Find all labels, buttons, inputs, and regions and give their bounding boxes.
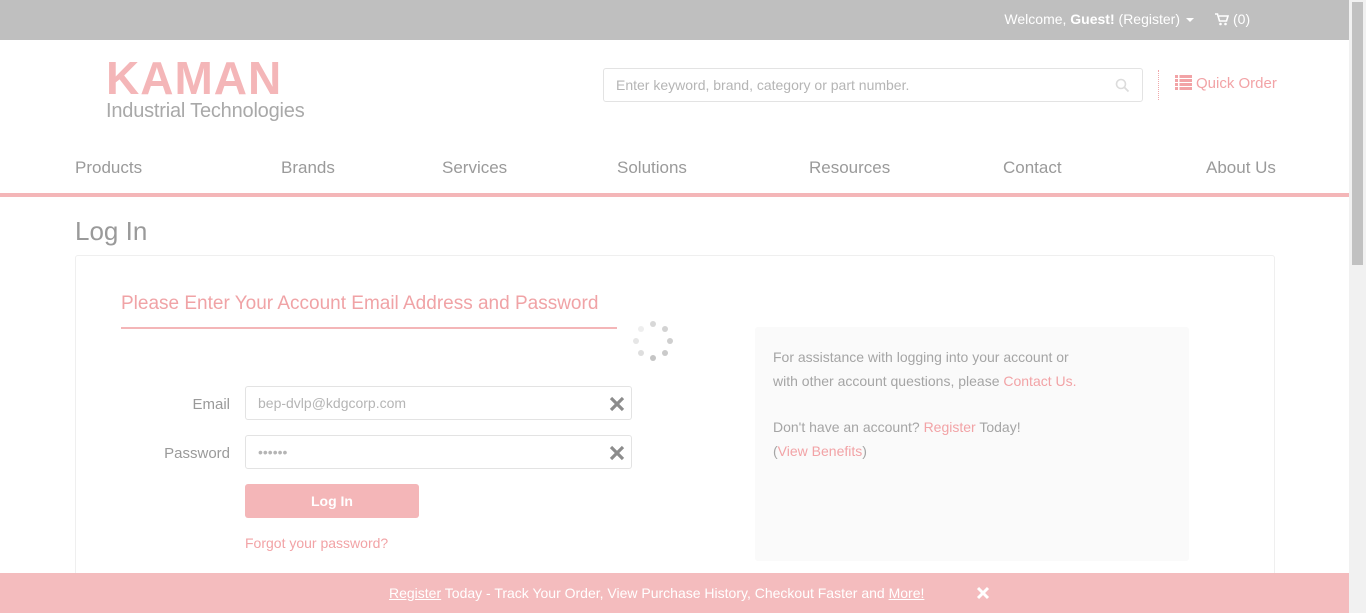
- today-text: Today!: [975, 419, 1021, 435]
- forgot-password-link[interactable]: Forgot your password?: [245, 535, 388, 551]
- assistance-line-2: with other account questions, please: [773, 373, 1004, 389]
- register-text: Don't have an account? Register Today! (…: [773, 415, 1171, 463]
- list-icon: [1175, 75, 1192, 90]
- nav-item-about-us[interactable]: About Us: [1206, 158, 1276, 178]
- login-heading: Please Enter Your Account Email Address …: [121, 293, 599, 314]
- page-scrollbar[interactable]: [1349, 0, 1366, 613]
- loading-spinner-icon: [633, 321, 673, 361]
- search-box: [603, 68, 1143, 102]
- close-icon[interactable]: [976, 586, 990, 600]
- heading-underline: [121, 327, 617, 329]
- kaman-logo[interactable]: KAMAN Industrial Technologies: [106, 52, 305, 123]
- password-input[interactable]: [246, 436, 631, 468]
- chevron-down-icon[interactable]: [1186, 18, 1194, 23]
- email-label: Email: [192, 396, 230, 413]
- password-label: Password: [164, 445, 230, 462]
- contact-us-link[interactable]: Contact Us.: [1003, 373, 1076, 389]
- page-title: Log In: [75, 216, 148, 246]
- top-bar: Welcome, Guest! (Register) (0): [0, 0, 1349, 40]
- email-input[interactable]: [246, 387, 631, 419]
- guest-label: Guest!: [1070, 11, 1115, 27]
- no-account-text: Don't have an account?: [773, 419, 924, 435]
- assistance-text: For assistance with logging into your ac…: [773, 345, 1171, 393]
- nav-item-products[interactable]: Products: [75, 158, 142, 178]
- cart-button[interactable]: (0): [1215, 11, 1250, 27]
- cart-icon: [1215, 13, 1230, 26]
- main-nav: Products Brands Services Solutions Resou…: [75, 158, 1276, 180]
- banner-text: Register Today - Track Your Order, View …: [389, 573, 924, 613]
- register-link-inline[interactable]: Register: [924, 419, 976, 435]
- header-divider: [1158, 70, 1159, 100]
- search-input[interactable]: [604, 69, 1142, 101]
- login-button[interactable]: Log In: [245, 484, 419, 518]
- assistance-line-1: For assistance with logging into your ac…: [773, 349, 1069, 365]
- logo-wordmark: KAMAN: [106, 52, 283, 104]
- clear-password-icon[interactable]: [608, 444, 626, 462]
- nav-item-contact[interactable]: Contact: [1003, 158, 1062, 178]
- quick-order-link[interactable]: Quick Order: [1175, 75, 1277, 92]
- welcome-prefix: Welcome,: [1004, 11, 1071, 27]
- nav-underline: [0, 193, 1349, 197]
- cart-count: (0): [1233, 11, 1251, 27]
- quick-order-label: Quick Order: [1196, 75, 1277, 92]
- register-banner: Register Today - Track Your Order, View …: [0, 573, 1349, 613]
- email-field: [245, 386, 632, 420]
- register-link[interactable]: (Register): [1119, 11, 1180, 27]
- nav-item-solutions[interactable]: Solutions: [617, 158, 687, 178]
- nav-item-brands[interactable]: Brands: [281, 158, 335, 178]
- scrollbar-thumb[interactable]: [1352, 2, 1363, 265]
- nav-item-resources[interactable]: Resources: [809, 158, 890, 178]
- view-benefits-link[interactable]: View Benefits: [778, 443, 863, 459]
- banner-register-link[interactable]: Register: [389, 585, 441, 601]
- nav-item-services[interactable]: Services: [442, 158, 507, 178]
- logo-tagline: Industrial Technologies: [106, 100, 305, 122]
- search-icon[interactable]: [1115, 78, 1130, 93]
- clear-email-icon[interactable]: [608, 395, 626, 413]
- password-field: [245, 435, 632, 469]
- banner-more-link[interactable]: More!: [889, 585, 925, 601]
- assistance-box: For assistance with logging into your ac…: [755, 327, 1189, 561]
- welcome-menu[interactable]: Welcome, Guest! (Register): [1004, 11, 1194, 27]
- paren-close: ): [862, 443, 867, 459]
- banner-middle-text: Today - Track Your Order, View Purchase …: [441, 585, 889, 601]
